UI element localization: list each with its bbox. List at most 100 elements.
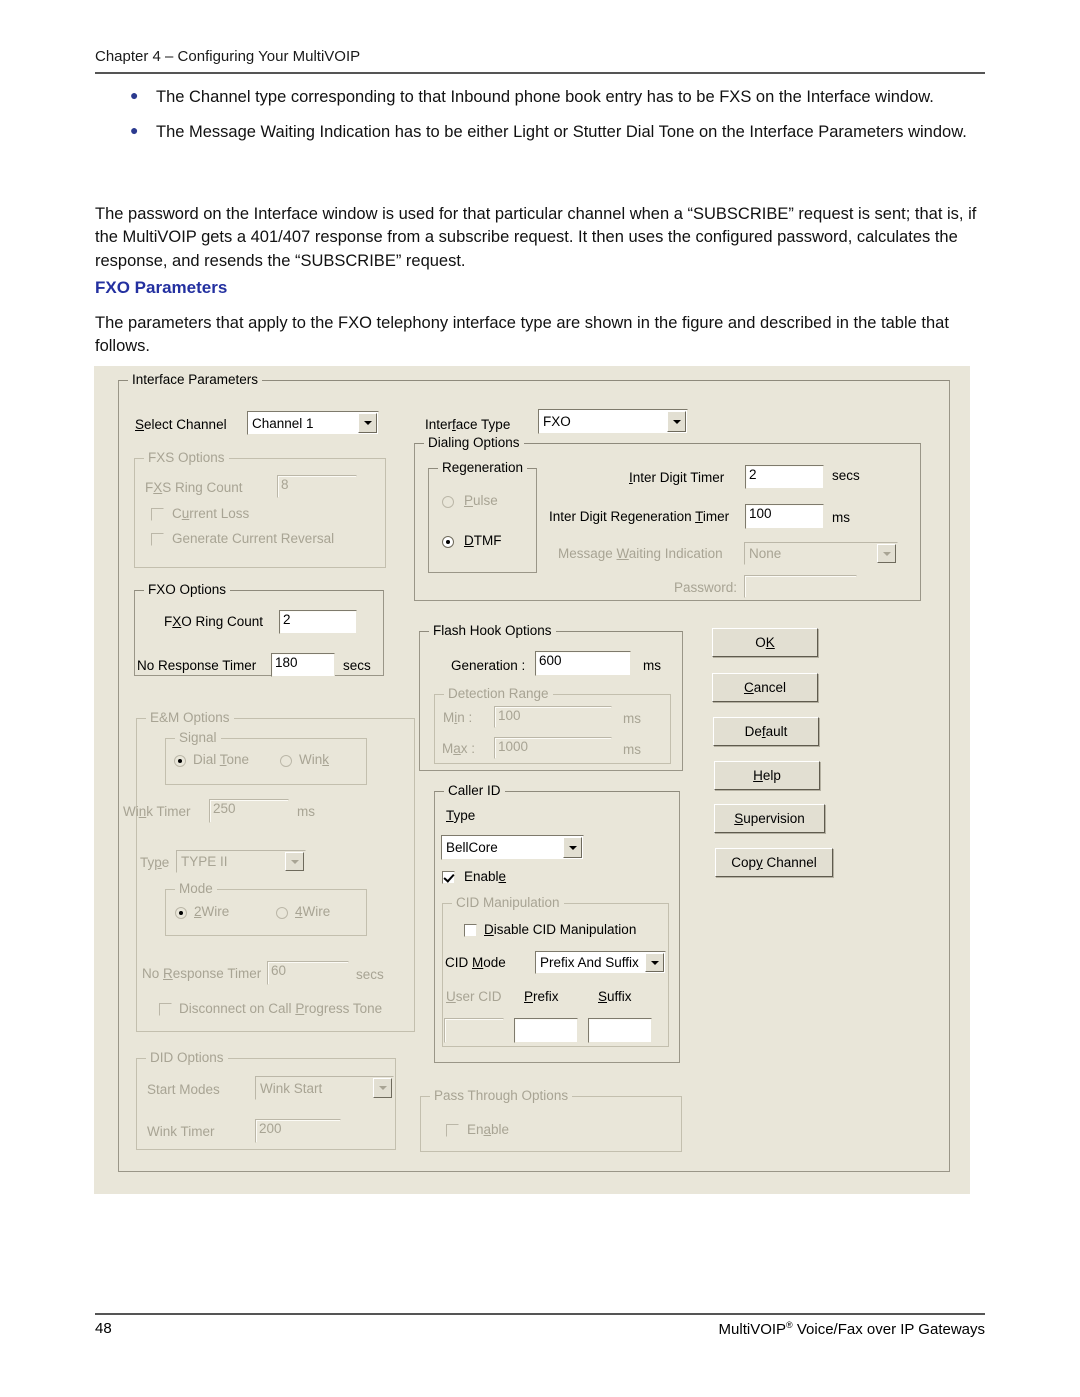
detection-max-input[interactable]: 1000 [494,737,612,759]
disconnect-on-call-progress-tone-label: Disconnect on Call Progress Tone [179,1001,383,1016]
user-cid-label: User CID [446,989,502,1004]
supervision-button-label: Supervision [734,811,805,826]
did-wink-timer-label: Wink Timer [147,1124,215,1139]
detection-min-units: ms [623,711,641,726]
start-modes-value: Wink Start [260,1080,323,1096]
chevron-down-icon[interactable] [645,953,664,972]
password-input[interactable] [744,575,857,598]
start-modes-combobox[interactable]: Wink Start [255,1076,394,1100]
em-no-response-timer-input[interactable]: 60 [267,961,349,985]
inter-digit-regeneration-timer-input[interactable]: 100 [745,504,824,529]
four-wire-radio[interactable] [276,907,288,919]
wink-timer-units: ms [297,804,315,819]
chevron-down-icon[interactable] [667,411,686,432]
prefix-input[interactable] [514,1018,578,1043]
select-channel-label: Select Channel [135,417,227,432]
select-channel-combobox[interactable]: Channel 1 [247,411,379,435]
did-wink-timer-input[interactable]: 200 [255,1119,341,1143]
caller-id-enable-checkbox[interactable] [442,871,455,884]
detection-max-label: Max : [442,741,476,756]
disable-cid-manipulation-checkbox[interactable] [464,924,477,937]
help-button[interactable]: Help [714,761,820,790]
dtmf-label: DTMF [464,533,502,548]
supervision-button[interactable]: Supervision [714,804,825,833]
pass-through-enable-checkbox[interactable] [446,1124,459,1137]
group-caption-flash-hook-options: Flash Hook Options [429,623,556,638]
cid-mode-value: Prefix And Suffix [540,955,639,970]
pass-through-enable-label: Enable [467,1122,510,1137]
bullet-icon: ● [130,121,139,138]
group-caption-regeneration: Regeneration [438,460,528,475]
generate-current-reversal-checkbox[interactable] [151,533,164,546]
inter-digit-timer-label: Inter Digit Timer [629,470,725,485]
interface-type-label: Interface Type [425,417,511,432]
fxo-ring-count-label: FXO Ring Count [164,614,264,629]
em-no-response-timer-units: secs [356,967,384,982]
header-divider [95,72,985,74]
suffix-input[interactable] [588,1018,652,1043]
current-loss-label: Current Loss [172,506,250,521]
default-button-label: Default [744,724,788,739]
dial-tone-radio[interactable] [174,755,186,767]
cancel-button[interactable]: Cancel [712,673,818,702]
caller-id-type-combobox[interactable]: BellCore [441,835,584,860]
list-item-text: The Channel type corresponding to that I… [156,88,934,106]
list-item-text: The Message Waiting Indication has to be… [156,122,967,141]
interface-type-value: FXO [543,414,571,429]
group-caption-mode: Mode [175,881,217,896]
group-caption: Interface Parameters [128,372,263,387]
caller-id-enable-label: Enable [464,869,507,884]
two-wire-label: 2Wire [194,904,230,919]
disconnect-on-call-progress-tone-checkbox[interactable] [159,1003,172,1016]
generate-current-reversal-label: Generate Current Reversal [172,531,335,546]
wink-timer-input[interactable]: 250 [209,799,289,823]
bullet-list: ● The Channel type corresponding to that… [130,86,985,156]
group-caption-signal: Signal [175,730,221,745]
em-no-response-timer-label: No Response Timer [142,966,262,981]
default-button[interactable]: Default [713,717,819,746]
group-caption-fxs-options: FXS Options [144,450,229,465]
group-caption-caller-id: Caller ID [444,783,505,798]
cancel-button-label: Cancel [743,680,787,695]
two-wire-radio[interactable] [175,907,187,919]
footer-product-name: MultiVOIP® Voice/Fax over IP Gateways [718,1320,985,1338]
group-regeneration: Regeneration [428,460,537,573]
page-header: Chapter 4 – Configuring Your MultiVOIP [95,48,361,65]
flash-hook-generation-input[interactable]: 600 [535,651,631,676]
pulse-radio[interactable] [442,496,454,508]
cid-mode-combobox[interactable]: Prefix And Suffix [535,951,666,974]
group-caption-cid-manipulation: CID Manipulation [452,895,564,910]
group-caption-dialing-options: Dialing Options [424,435,524,450]
chevron-down-icon[interactable] [373,1078,392,1098]
fxo-no-response-timer-input[interactable]: 180 [271,653,335,677]
chevron-down-icon[interactable] [563,837,582,858]
bullet-icon: ● [130,87,139,103]
inter-digit-regeneration-timer-units: ms [832,510,850,525]
user-cid-input[interactable] [444,1018,504,1043]
copy-channel-button[interactable]: Copy Channel [715,848,833,877]
chevron-down-icon[interactable] [877,544,896,563]
ok-button-label: OK [755,635,775,650]
detection-min-input[interactable]: 100 [494,706,612,728]
fxo-ring-count-input[interactable]: 2 [279,610,357,634]
paragraph-intro: The parameters that apply to the FXO tel… [95,314,949,356]
current-loss-checkbox[interactable] [151,508,164,521]
flash-hook-generation-label: Generation : [451,658,526,673]
caller-id-type-value: BellCore [446,840,498,855]
wink-radio[interactable] [280,755,292,767]
em-type-combobox[interactable]: TYPE II [176,850,306,873]
inter-digit-timer-input[interactable]: 2 [745,465,824,489]
chevron-down-icon[interactable] [285,852,304,871]
chevron-down-icon[interactable] [358,413,377,433]
dtmf-radio[interactable] [442,536,454,548]
interface-type-combobox[interactable]: FXO [538,409,688,434]
prefix-label: Prefix [524,989,559,1004]
cid-mode-label: CID Mode [445,955,506,970]
fxs-ring-count-input[interactable]: 8 [277,475,357,498]
ok-button[interactable]: OK [712,628,818,657]
paragraph-password: The password on the Interface window is … [95,205,977,270]
message-waiting-indication-combobox[interactable]: None [744,542,898,565]
group-caption-did-options: DID Options [146,1050,228,1065]
list-item: ● The Channel type corresponding to that… [130,86,985,109]
fxo-no-response-timer-units: secs [343,658,371,673]
